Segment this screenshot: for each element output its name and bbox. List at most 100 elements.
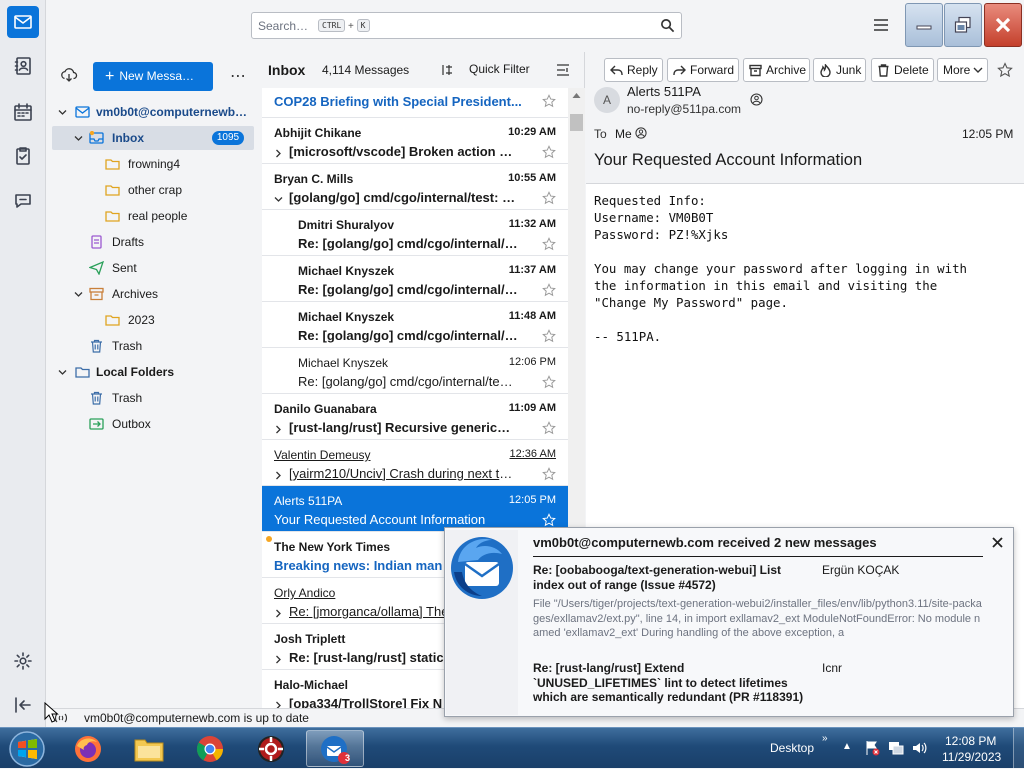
star-icon[interactable]	[542, 94, 556, 108]
app-menu-icon[interactable]	[872, 17, 890, 33]
chevron-right-icon[interactable]	[274, 655, 283, 664]
thread-row[interactable]: Danilo Guanabara 11:09 AM [rust-lang/rust]…	[262, 394, 568, 440]
message-count: 4,114 Messages	[322, 63, 410, 77]
star-icon[interactable]	[542, 513, 556, 527]
get-messages-icon[interactable]	[60, 66, 78, 84]
star-icon[interactable]	[542, 145, 556, 159]
delete-button[interactable]: Delete	[871, 58, 934, 82]
mail-space-button[interactable]	[7, 6, 39, 38]
scroll-up-icon[interactable]	[572, 92, 581, 99]
thread-row[interactable]: Alerts 511PA 12:05 PM Your Requested Accou…	[262, 486, 568, 532]
thread-row-subject: Re: [golang/go] cmd/cgo/internal/test: .…	[298, 374, 518, 389]
start-button[interactable]	[2, 730, 52, 767]
chevron-right-icon[interactable]	[274, 609, 283, 618]
mail-icon	[14, 15, 32, 29]
thread-row-sender: Josh Triplett	[274, 632, 346, 646]
restore-icon	[954, 16, 971, 33]
account-row[interactable]: vm0b0t@computernewb…	[50, 100, 255, 124]
thread-row[interactable]: Abhijit Chikane 10:29 AM [microsoft/vscode…	[262, 118, 568, 164]
star-icon[interactable]	[997, 62, 1013, 78]
thread-row[interactable]: Bryan C. Mills 10:55 AM [golang/go] cmd/cg…	[262, 164, 568, 210]
clock-date[interactable]: 11/29/2023	[942, 750, 1001, 764]
calendar-button[interactable]	[7, 96, 39, 128]
close-window-button[interactable]	[984, 3, 1022, 47]
folder-trash[interactable]: Trash	[52, 334, 254, 358]
archive-button[interactable]: Archive	[743, 58, 810, 82]
local-folder-outbox[interactable]: Outbox	[52, 412, 254, 436]
notification-item-subject[interactable]: Re: [oobabooga/text-generation-webui] Li…	[533, 563, 815, 592]
folder-frowning4[interactable]: frowning4	[52, 152, 254, 176]
taskbar-firefox[interactable]	[60, 730, 116, 767]
address-book-button[interactable]	[7, 50, 39, 82]
to-value[interactable]: Me	[615, 127, 632, 141]
taskbar-app-red[interactable]	[243, 730, 299, 767]
folder-inbox[interactable]: Inbox 1095	[52, 126, 254, 150]
star-icon[interactable]	[542, 421, 556, 435]
action-center-flag-icon[interactable]	[864, 740, 880, 756]
contact-status-icon	[750, 93, 763, 106]
minimize-button[interactable]	[905, 3, 943, 47]
taskbar-chrome[interactable]	[182, 730, 238, 767]
notification-item-sender: Icnr	[822, 661, 843, 675]
chevron-right-icon[interactable]	[274, 425, 283, 434]
restore-button[interactable]	[944, 3, 982, 47]
tasks-button[interactable]	[7, 140, 39, 172]
star-icon[interactable]	[542, 191, 556, 205]
folder-sent[interactable]: Sent	[52, 256, 254, 280]
trash-icon	[878, 64, 889, 77]
settings-button[interactable]	[7, 645, 39, 677]
desktop-toolbar-label[interactable]: Desktop	[770, 741, 814, 755]
star-icon[interactable]	[542, 375, 556, 389]
chevron-right-icon[interactable]	[274, 149, 283, 158]
folder-pane-menu-icon[interactable]: ⋯	[230, 66, 246, 86]
close-icon[interactable]	[991, 536, 1004, 549]
notification-logo-area	[446, 530, 518, 715]
network-icon[interactable]	[888, 740, 904, 756]
local-folders-row[interactable]: Local Folders	[50, 360, 255, 384]
more-button[interactable]: More	[937, 58, 988, 82]
thread-row[interactable]: Michael Knyszek 12:06 PM Re: [golang/go] c…	[262, 348, 568, 394]
thread-row-sender: Abhijit Chikane	[274, 126, 362, 140]
new-message-button[interactable]: + New Messa…	[93, 62, 213, 91]
sender-name[interactable]: Alerts 511PA	[627, 84, 701, 99]
thread-row[interactable]: Valentin Demeusy 12:36 AM [yairm210/Unciv]…	[262, 440, 568, 486]
notification-item-subject[interactable]: Re: [rust-lang/rust] Extend `UNUSED_LIFE…	[533, 661, 815, 705]
thread-row[interactable]: Michael Knyszek 11:48 AM Re: [golang/go] c…	[262, 302, 568, 348]
sender-email[interactable]: no-reply@511pa.com	[627, 102, 741, 116]
chevron-right-icon[interactable]	[274, 471, 283, 480]
local-folder-trash[interactable]: Trash	[52, 386, 254, 410]
scrollbar-thumb[interactable]	[570, 114, 583, 131]
chat-button[interactable]	[7, 185, 39, 217]
volume-icon[interactable]	[911, 740, 927, 756]
display-options-icon[interactable]	[556, 63, 570, 77]
collapse-spaces-button[interactable]	[7, 689, 39, 721]
chevron-down-icon[interactable]	[274, 195, 283, 204]
junk-button[interactable]: Junk	[813, 58, 866, 82]
clock-time[interactable]: 12:08 PM	[945, 734, 996, 748]
thread-row-sender: Michael Knyszek	[298, 310, 395, 324]
account-name: vm0b0t@computernewb…	[96, 105, 248, 119]
forward-button[interactable]: Forward	[667, 58, 739, 82]
quick-filter-button[interactable]: Quick Filter	[438, 60, 548, 80]
folder-2023[interactable]: 2023	[52, 308, 254, 332]
thread-row[interactable]: Dmitri Shuralyov 11:32 AM Re: [golang/go] …	[262, 210, 568, 256]
star-icon[interactable]	[542, 237, 556, 251]
thread-row[interactable]: Michael Knyszek 11:37 AM Re: [golang/go] c…	[262, 256, 568, 302]
search-input[interactable]: Search… CTRL + K	[251, 12, 682, 39]
folder-drafts[interactable]: Drafts	[52, 230, 254, 254]
star-icon[interactable]	[542, 283, 556, 297]
show-hidden-icons[interactable]: ▲	[842, 741, 852, 752]
folder-other-crap[interactable]: other crap	[52, 178, 254, 202]
taskbar-thunderbird[interactable]: 3	[306, 730, 364, 767]
taskbar-file-explorer[interactable]	[121, 730, 177, 767]
reply-button[interactable]: Reply	[604, 58, 663, 82]
toolbar-expand-icon[interactable]: »	[822, 733, 828, 744]
thread-row[interactable]: COP28 Briefing with Special President...	[262, 88, 568, 118]
tasks-icon	[16, 147, 30, 165]
folder-archives[interactable]: Archives	[52, 282, 254, 306]
star-icon[interactable]	[542, 329, 556, 343]
show-desktop-button[interactable]	[1013, 728, 1024, 769]
folder-real-people[interactable]: real people	[52, 204, 254, 228]
search-icon[interactable]	[660, 18, 675, 33]
star-icon[interactable]	[542, 467, 556, 481]
